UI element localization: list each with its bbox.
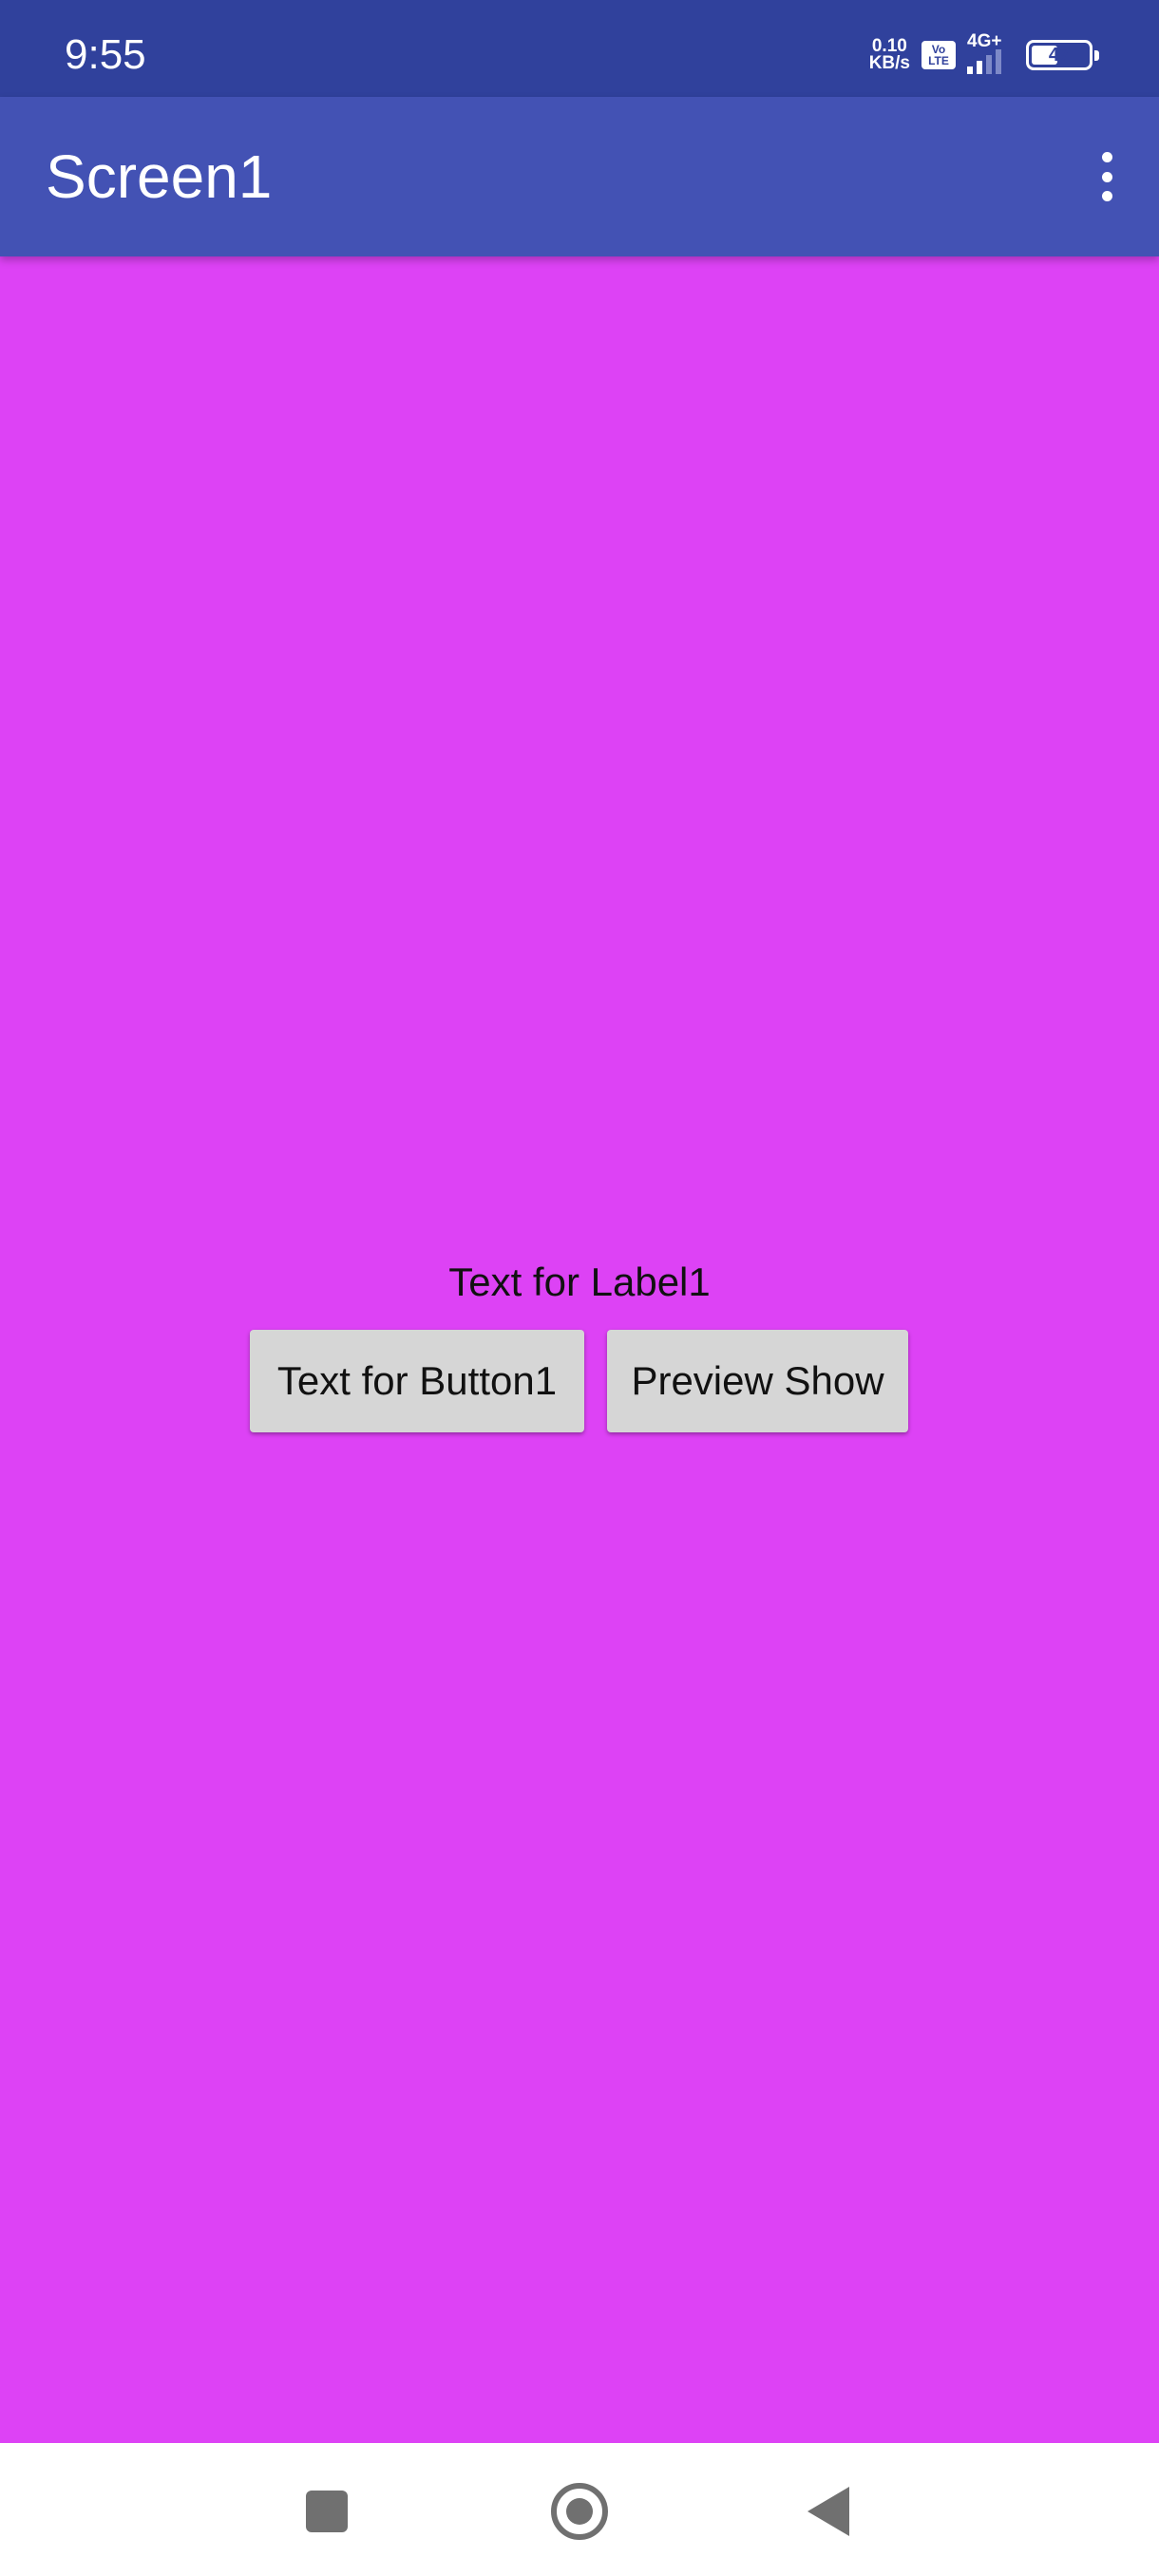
network-type: 4G+ bbox=[967, 31, 1002, 51]
status-bar: 9:55 0.10 KB/s Vo LTE 4G+ 47 bbox=[0, 0, 1159, 97]
status-icons: 0.10 KB/s Vo LTE 4G+ 47 bbox=[868, 32, 1099, 78]
label1: Text for Label1 bbox=[448, 1260, 711, 1304]
battery-icon: 47 bbox=[1026, 40, 1099, 70]
more-vert-icon[interactable] bbox=[1092, 146, 1121, 207]
signal-bar bbox=[986, 55, 992, 74]
app-bar: Screen1 bbox=[0, 97, 1159, 256]
signal-bar bbox=[967, 66, 973, 74]
screen-content: Text for Label1 Text for Button1 Preview… bbox=[0, 256, 1159, 2443]
network-speed-unit: KB/s bbox=[868, 53, 910, 73]
menu-dot bbox=[1101, 171, 1112, 182]
battery-tip bbox=[1094, 50, 1099, 61]
volte-icon: Vo LTE bbox=[922, 41, 956, 69]
signal-strength-icon: 4G+ bbox=[967, 32, 1001, 74]
network-speed: 0.10 KB/s bbox=[868, 37, 910, 73]
screen-title: Screen1 bbox=[46, 142, 273, 211]
preview-show-button[interactable]: Preview Show bbox=[607, 1330, 908, 1432]
button1[interactable]: Text for Button1 bbox=[250, 1330, 584, 1432]
back-triangle-icon[interactable] bbox=[808, 2487, 849, 2536]
home-circle-icon[interactable] bbox=[551, 2483, 608, 2540]
volte-bottom-text: LTE bbox=[928, 54, 949, 67]
navigation-bar bbox=[0, 2443, 1159, 2576]
menu-dot bbox=[1101, 191, 1112, 201]
battery-level: 47 bbox=[1048, 44, 1071, 66]
menu-dot bbox=[1101, 152, 1112, 162]
signal-bar bbox=[996, 49, 1001, 74]
home-inner-dot bbox=[566, 2498, 593, 2525]
signal-bar bbox=[977, 61, 982, 74]
status-time: 9:55 bbox=[65, 31, 146, 78]
recents-square-icon[interactable] bbox=[306, 2491, 348, 2532]
